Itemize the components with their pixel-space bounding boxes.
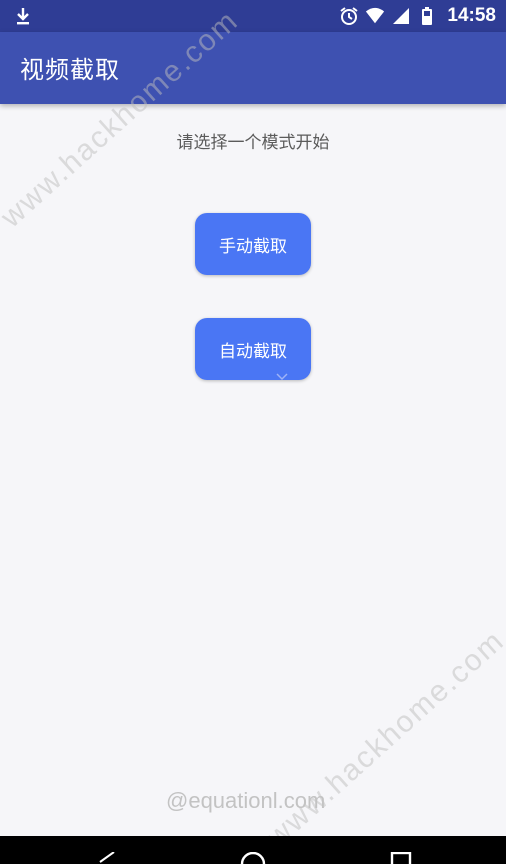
- alarm-icon: [340, 7, 358, 25]
- auto-capture-button[interactable]: 自动截取: [195, 318, 311, 380]
- manual-capture-button[interactable]: 手动截取: [195, 213, 311, 275]
- status-icons: 14:58: [339, 0, 496, 32]
- chevron-down-icon: [276, 373, 288, 381]
- footer-watermark: @equationl.com: [166, 788, 326, 813]
- back-icon[interactable]: [98, 852, 116, 864]
- battery-icon: [422, 7, 433, 25]
- recents-icon[interactable]: [390, 852, 412, 864]
- wifi-icon: [366, 7, 385, 24]
- app-bar: 视频截取: [0, 32, 506, 104]
- status-time: 14:58: [447, 5, 496, 26]
- status-bar: 14:58: [0, 0, 506, 32]
- download-icon: [17, 8, 29, 25]
- signal-icon: [393, 8, 410, 24]
- app-title: 视频截取: [20, 56, 120, 84]
- diagonal-watermark-bottom: www.hackhome.com: [260, 623, 506, 854]
- home-icon[interactable]: [240, 852, 266, 864]
- nav-bar: [0, 836, 506, 864]
